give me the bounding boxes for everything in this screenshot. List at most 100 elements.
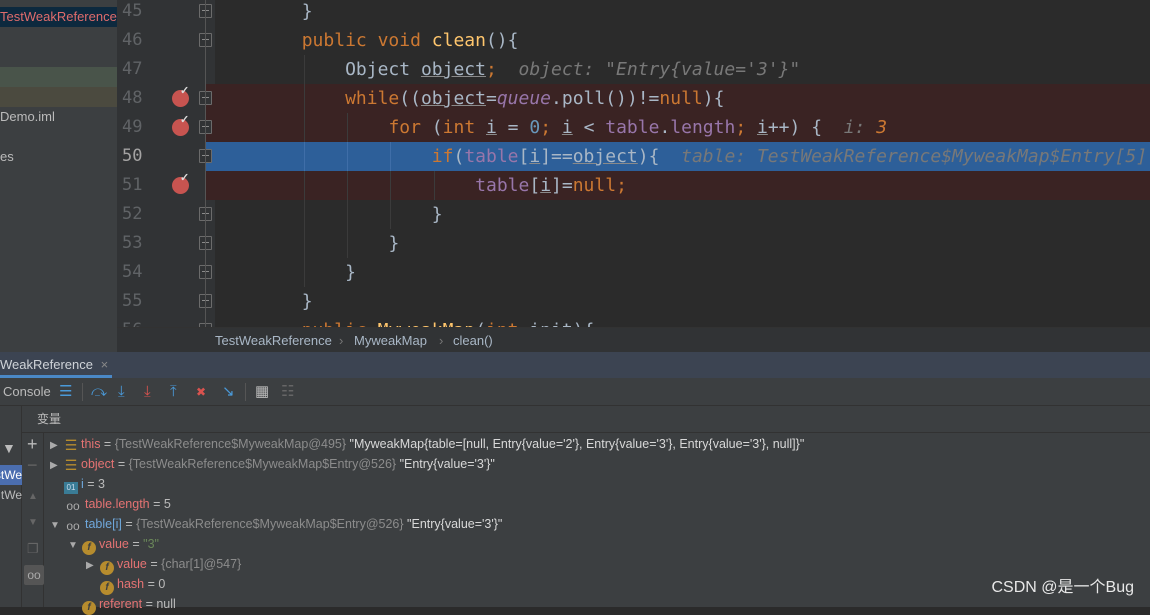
code-line[interactable]: } [215,200,1150,229]
frame-label: stWe [0,468,22,482]
code-line[interactable]: Object object; object: "Entry{value='3'}… [215,55,1150,84]
variable-name: object [81,457,115,471]
project-item-green[interactable] [0,67,117,87]
step-out-icon[interactable]: ⤒ [170,382,177,402]
primitive-icon: 01 [64,482,78,494]
variable-row[interactable]: ▼ f value = "3" [68,534,159,556]
breakpoint-icon[interactable] [172,84,189,107]
move-up-icon[interactable]: ▲ [28,491,38,502]
debug-tab-bar: WeakReference × [0,352,1150,378]
code-line[interactable]: if(table[i]==object){ table: TestWeakRef… [215,142,1150,171]
variable-name: table[i] [85,517,122,531]
add-watch-icon[interactable]: + [27,434,38,455]
code-token: ]== [540,146,573,167]
breakpoint-icon[interactable] [172,171,189,194]
chevron-right-icon[interactable]: ▶ [86,556,100,576]
object-icon: ☰ [64,437,78,453]
variable-value: "3" [143,537,159,551]
code-line[interactable]: while((object=queue.poll())!=null){ [215,84,1150,113]
frame-item[interactable]: stWe [0,465,22,485]
chevron-down-icon[interactable]: ▼ [68,536,82,556]
variable-row[interactable]: ▶ f value = {char[1]@547} [86,554,241,576]
trace-icon[interactable]: ☷ [281,382,294,402]
copy-icon[interactable]: ❐ [27,541,39,557]
frame-item[interactable]: tWe [0,485,22,505]
debug-toolbar: Console ☰ ⤼ ⤓ ⤓ ⤒ ✖ ↘ ▦ ☷ [0,378,1150,406]
code-token: . [659,117,671,138]
equals-sign: = [121,517,137,531]
equals-sign: = [114,457,129,471]
project-item-demo-iml[interactable]: Demo.iml [0,107,117,127]
code-token: ( [431,117,443,138]
code-token: } [345,262,356,283]
code-token: ; [540,117,562,138]
breadcrumb-class[interactable]: TestWeakReference [215,328,332,353]
code-token: (){ [485,30,519,51]
code-token: table [605,117,660,138]
step-over-icon[interactable]: ⤼ [91,382,107,402]
code-token: ++) { [767,117,844,138]
variable-value: 5 [163,497,171,511]
variable-row[interactable]: ▶ ☰ this = {TestWeakReference$MyweakMap@49… [50,434,804,454]
chevron-right-icon[interactable]: ▶ [50,436,64,456]
move-down-icon[interactable]: ▼ [28,517,38,528]
equals-sign: = [128,537,144,551]
breadcrumb-inner-class[interactable]: MyweakMap [354,328,427,353]
variable-name: value [99,537,129,551]
variable-name: this [81,437,101,451]
console-tab[interactable]: Console [3,384,51,399]
breakpoint-icon[interactable] [172,113,189,136]
step-into-icon[interactable]: ⤓ [118,382,125,402]
variable-row[interactable]: f hash = 0 [86,574,165,595]
variable-row[interactable]: 01 i = 3 [50,474,105,494]
close-icon[interactable]: × [101,357,109,372]
project-item-testweakreference[interactable]: TestWeakReference [0,7,117,27]
frame-label: tWe [0,488,22,502]
chevron-right-icon[interactable]: ▶ [50,456,64,476]
code-line[interactable]: for (int i = 0; i < table.length; i++) {… [215,113,1150,142]
code-token: object [420,88,486,109]
code-token: < [572,117,606,138]
project-panel: TestWeakReference Demo.iml es [0,0,117,352]
evaluate-expression-icon[interactable]: ▦ [255,382,269,402]
code-line[interactable]: } [215,287,1150,316]
variable-row[interactable]: oo table.length = 5 [50,494,171,514]
code-token: i [561,117,573,138]
filter-icon[interactable]: ▼ [2,440,16,456]
code-token: (( [399,88,421,109]
code-token: object [420,59,486,80]
watch-icon: oo [66,499,80,513]
drop-frame-icon[interactable]: ✖ [196,382,206,402]
code-token: object [572,146,638,167]
code-line[interactable]: } [215,229,1150,258]
code-token: Object [345,59,421,80]
debug-tab-label: WeakReference [0,357,93,372]
debug-tab[interactable]: WeakReference × [0,352,112,378]
equals-sign: = [146,557,162,571]
project-item-brown[interactable] [0,87,117,107]
chevron-down-icon[interactable]: ▼ [50,516,64,536]
chevron-right-icon: › [439,333,444,348]
code-line[interactable]: } [215,0,1150,26]
show-execution-point-icon[interactable]: ☰ [59,382,72,402]
run-to-cursor-icon[interactable]: ↘ [222,382,235,402]
project-item-es[interactable]: es [0,147,117,167]
variable-row[interactable]: f referent = null [68,594,176,615]
variable-row[interactable]: ▶ ☰ object = {TestWeakReference$MyweakMap$… [50,454,495,474]
code-token: = [485,88,497,109]
code-token: table [475,175,530,196]
remove-watch-icon[interactable]: − [27,455,38,476]
code-token: ( [453,146,465,167]
code-line[interactable]: } [215,258,1150,287]
code-token: [ [529,175,541,196]
force-step-into-icon[interactable]: ⤓ [144,382,151,402]
variable-type: {TestWeakReference$MyweakMap@495} [114,437,347,451]
breadcrumb-method[interactable]: clean() [453,328,493,353]
variables-header: 变量 [22,406,1150,433]
code-line[interactable]: table[i]=null; [215,171,1150,200]
watches-toggle-icon[interactable]: oo [24,565,44,585]
variable-row[interactable]: ▼ oo table[i] = {TestWeakReference$MyweakM… [50,514,502,534]
equals-sign: = [142,597,157,611]
code-line[interactable]: public void clean(){ [215,26,1150,55]
code-token: public void [301,30,432,51]
